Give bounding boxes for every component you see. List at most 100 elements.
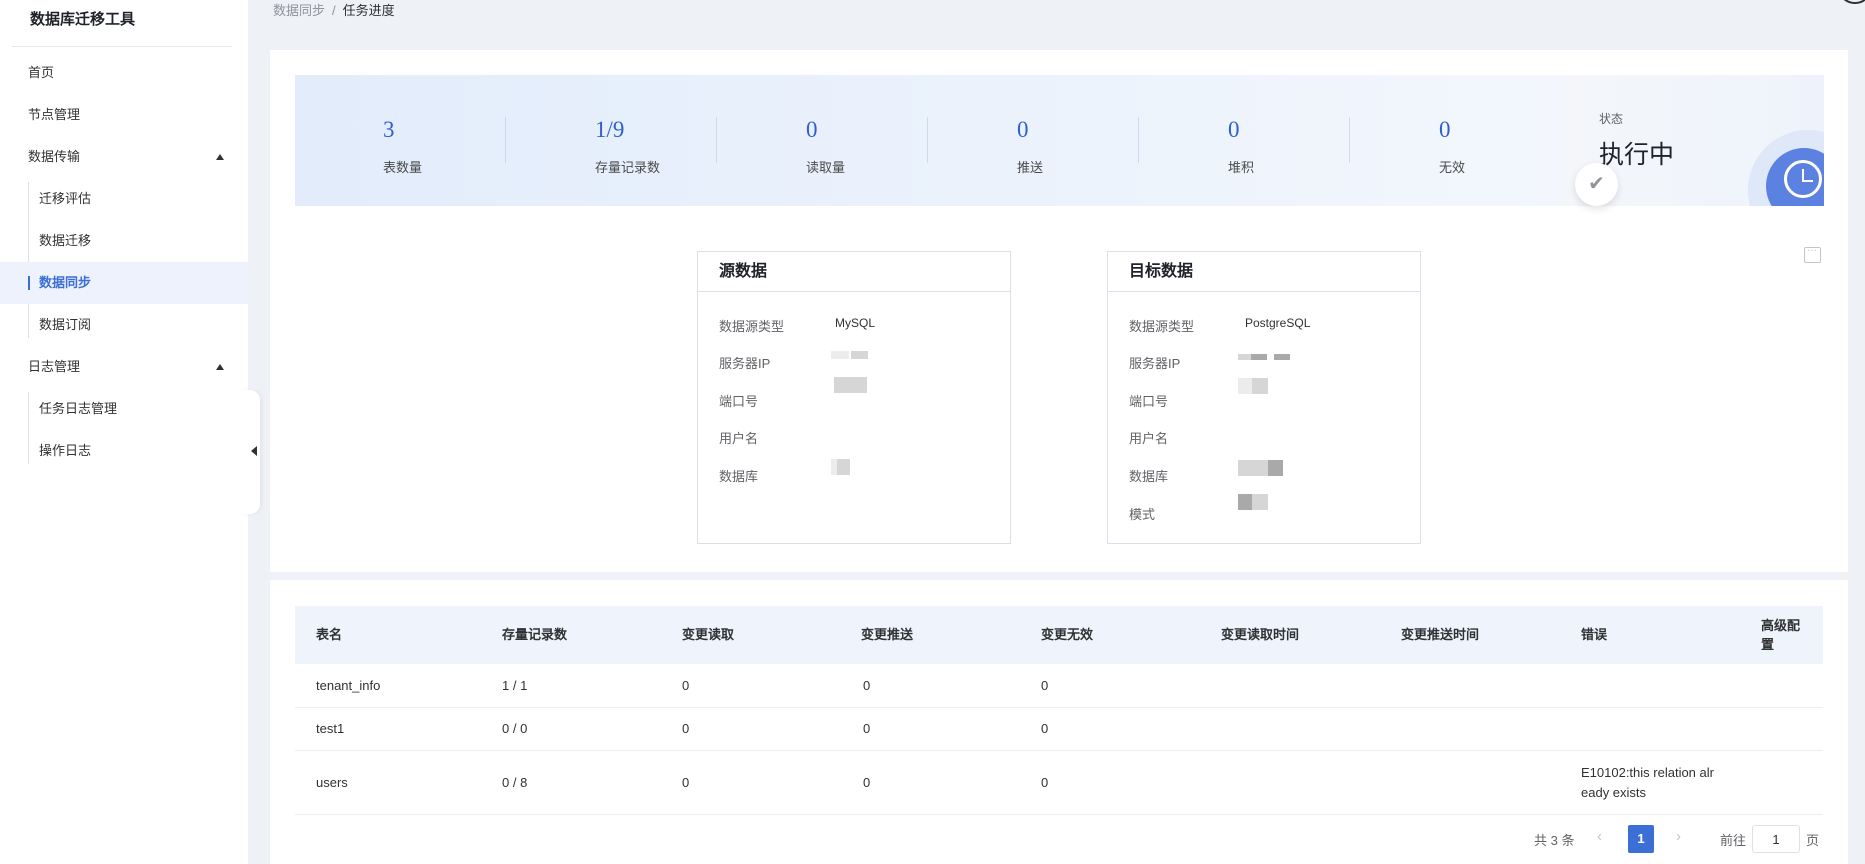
sidebar-item-migration[interactable]: 数据迁移 bbox=[0, 220, 248, 262]
cell-stock: 0 / 0 bbox=[502, 721, 528, 736]
stat-label: 堆积 bbox=[1228, 160, 1255, 175]
cell-table-name: tenant_info bbox=[316, 678, 381, 693]
redacted-ip bbox=[851, 351, 868, 359]
cell-invalid: 0 bbox=[1041, 775, 1049, 790]
stat-divider bbox=[505, 117, 506, 163]
stat-backlog: 0 堆积 bbox=[1140, 75, 1352, 206]
breadcrumb-current: 任务进度 bbox=[342, 3, 395, 18]
pagination-total: 共 3 条 bbox=[1534, 833, 1575, 848]
stat-value: 0 bbox=[1017, 117, 1029, 142]
sidebar-item-nodes[interactable]: 节点管理 bbox=[0, 94, 248, 136]
breadcrumb-parent[interactable]: 数据同步 bbox=[273, 3, 325, 18]
cell-table-name: test1 bbox=[316, 721, 345, 736]
status-value: 执行中 bbox=[1599, 142, 1675, 169]
redacted-db bbox=[837, 459, 850, 475]
target-db-label: 数据库 bbox=[1129, 469, 1169, 484]
stat-label: 读取量 bbox=[806, 160, 846, 175]
redacted-ip bbox=[1274, 354, 1290, 360]
target-user-label: 用户名 bbox=[1129, 431, 1169, 446]
pagination-page-1[interactable]: 1 bbox=[1628, 825, 1654, 853]
redacted-ip bbox=[1238, 354, 1251, 360]
sidebar-group-logs[interactable]: 日志管理 bbox=[0, 346, 248, 388]
target-info-box: 目标数据 数据源类型 PostgreSQL 服务器IP 端口号 用户名 数据库 … bbox=[1107, 251, 1421, 544]
sidebar-group-transfer[interactable]: 数据传输 bbox=[0, 136, 248, 178]
table-row[interactable]: test1 0 / 0 0 0 0 bbox=[295, 708, 1823, 751]
sidebar-item-home[interactable]: 首页 bbox=[0, 52, 248, 94]
redacted-schema bbox=[1238, 494, 1252, 510]
sidebar-collapse-toggle[interactable] bbox=[240, 390, 260, 514]
stat-value: 1/9 bbox=[595, 117, 625, 142]
stat-label: 推送 bbox=[1017, 160, 1044, 175]
active-indicator bbox=[28, 276, 30, 290]
clock-decoration bbox=[1748, 130, 1824, 206]
sidebar-item-label: 数据同步 bbox=[39, 275, 92, 290]
target-schema-label: 模式 bbox=[1129, 507, 1156, 522]
user-avatar[interactable] bbox=[1840, 0, 1865, 4]
column-header: 变更读取时间 bbox=[1221, 627, 1300, 642]
caret-up-icon bbox=[216, 154, 224, 160]
sidebar-item-label: 数据传输 bbox=[28, 149, 81, 164]
stat-push: 0 推送 bbox=[929, 75, 1141, 206]
more-icon[interactable] bbox=[1804, 245, 1821, 263]
stat-label: 存量记录数 bbox=[595, 160, 661, 175]
stat-table-count: 3 表数量 bbox=[295, 75, 507, 206]
column-header: 变更推送 bbox=[861, 627, 914, 642]
target-type-label: 数据源类型 bbox=[1129, 319, 1195, 334]
redacted-db bbox=[1268, 460, 1283, 476]
stat-read: 0 读取量 bbox=[718, 75, 930, 206]
sidebar-item-label: 迁移评估 bbox=[39, 191, 92, 206]
redacted-db bbox=[1238, 460, 1268, 476]
pagination-goto-label: 前往 bbox=[1720, 833, 1747, 848]
redacted-port bbox=[834, 377, 867, 393]
table-row[interactable]: users 0 / 8 0 0 0 E10102:this relation a… bbox=[295, 751, 1823, 815]
clock-badge bbox=[1766, 148, 1824, 206]
stat-label: 表数量 bbox=[383, 160, 423, 175]
source-user-label: 用户名 bbox=[719, 431, 759, 446]
sidebar-item-assessment[interactable]: 迁移评估 bbox=[0, 178, 248, 220]
source-type-label: 数据源类型 bbox=[719, 319, 785, 334]
stat-divider bbox=[1349, 117, 1350, 163]
sidebar-item-subscribe[interactable]: 数据订阅 bbox=[0, 304, 248, 346]
sidebar-item-operation-logs[interactable]: 操作日志 bbox=[0, 430, 248, 472]
breadcrumb-separator: / bbox=[332, 3, 336, 18]
cell-read: 0 bbox=[682, 678, 690, 693]
cell-push: 0 bbox=[863, 721, 871, 736]
stat-invalid: 0 无效 bbox=[1351, 75, 1563, 206]
table-row[interactable]: tenant_info 1 / 1 0 0 0 bbox=[295, 664, 1823, 708]
clock-icon bbox=[1784, 160, 1822, 198]
stat-value: 0 bbox=[806, 117, 818, 142]
check-icon: ✔ bbox=[1575, 163, 1618, 206]
caret-left-icon bbox=[251, 446, 257, 456]
redacted-port bbox=[1238, 378, 1252, 394]
title-divider bbox=[12, 46, 232, 47]
redacted-ip bbox=[1251, 354, 1267, 360]
sidebar-item-sync[interactable]: 数据同步 bbox=[0, 262, 248, 304]
chevron-right-icon[interactable]: › bbox=[1676, 828, 1681, 845]
column-header: 变更推送时间 bbox=[1401, 627, 1480, 642]
redacted-ip bbox=[831, 351, 849, 359]
stats-band: 3 表数量 1/9 存量记录数 0 读取量 0 推送 0 堆积 0 无效 bbox=[295, 75, 1562, 206]
cell-table-name: users bbox=[316, 775, 348, 790]
sidebar-item-label: 数据迁移 bbox=[39, 233, 92, 248]
redacted-schema bbox=[1252, 494, 1268, 510]
source-ip-label: 服务器IP bbox=[719, 356, 771, 371]
table-header: 表名 存量记录数 变更读取 变更推送 变更无效 变更读取时间 变更推送时间 错误… bbox=[295, 606, 1823, 664]
pagination-goto-input[interactable] bbox=[1752, 825, 1800, 853]
source-info-box: 源数据 数据源类型 MySQL 服务器IP 端口号 用户名 数据库 bbox=[697, 251, 1011, 544]
cell-stock: 0 / 8 bbox=[502, 775, 528, 790]
stat-label: 无效 bbox=[1439, 160, 1466, 175]
sidebar-item-label: 日志管理 bbox=[28, 359, 81, 374]
cell-error: E10102:this relation already exists bbox=[1581, 765, 1714, 800]
sidebar-item-task-logs[interactable]: 任务日志管理 bbox=[0, 388, 248, 430]
source-port-label: 端口号 bbox=[719, 394, 759, 409]
cell-invalid: 0 bbox=[1041, 678, 1049, 693]
redacted-port bbox=[1252, 378, 1268, 394]
chevron-left-icon[interactable]: ‹ bbox=[1597, 828, 1602, 845]
sidebar-item-label: 数据订阅 bbox=[39, 317, 92, 332]
sidebar: 数据库迁移工具 首页 节点管理 数据传输 迁移评估 数据迁移 数据同步 数据订阅… bbox=[0, 0, 248, 864]
stat-value: 3 bbox=[383, 117, 395, 142]
column-header: 变更无效 bbox=[1041, 627, 1094, 642]
column-header: 存量记录数 bbox=[502, 627, 568, 642]
sidebar-item-label: 首页 bbox=[28, 65, 55, 80]
source-db-label: 数据库 bbox=[719, 469, 759, 484]
